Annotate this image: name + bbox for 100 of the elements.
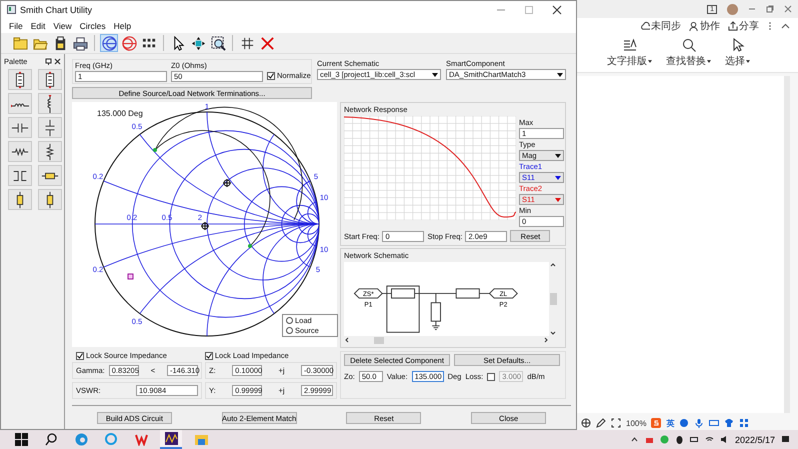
palette-button[interactable] [8, 93, 32, 114]
caret-icon [555, 198, 561, 202]
toolbar-button[interactable] [209, 34, 227, 52]
close-icon [260, 36, 274, 50]
share-icon [728, 20, 738, 32]
marker-square[interactable] [128, 274, 134, 280]
port-symbol[interactable] [354, 288, 383, 299]
palette-button[interactable] [8, 69, 32, 90]
text-layout-icon [622, 38, 636, 52]
shirt-icon[interactable] [724, 418, 734, 428]
palette-button[interactable] [8, 165, 32, 186]
caret-icon [432, 72, 438, 76]
globe-icon[interactable] [581, 418, 591, 428]
palette-button[interactable] [38, 93, 62, 114]
chevron-icon[interactable] [630, 435, 639, 444]
smith-chart-icon [122, 36, 136, 50]
close-icon[interactable] [54, 58, 61, 64]
component-icon [46, 94, 54, 112]
palette-button[interactable] [38, 69, 62, 90]
search-icon [44, 433, 58, 446]
palette-button[interactable] [8, 117, 32, 138]
keyboard-icon[interactable] [709, 418, 720, 428]
palette-button[interactable] [38, 189, 62, 210]
resistor-symbol[interactable] [456, 288, 480, 299]
vertical-scrollbar[interactable] [549, 262, 557, 336]
taskbar-button[interactable] [160, 430, 182, 449]
radio-button[interactable] [286, 317, 293, 324]
menu-item[interactable]: Edit [30, 20, 46, 30]
search-icon [682, 38, 696, 52]
w-letter-icon [134, 433, 148, 446]
palette-button[interactable] [8, 189, 32, 210]
pen-icon[interactable] [596, 418, 606, 428]
speaker-icon[interactable] [720, 435, 729, 444]
restore-icon[interactable] [766, 5, 774, 13]
grid-icon[interactable] [739, 418, 750, 428]
printer-icon [72, 36, 88, 50]
palette-button[interactable] [38, 165, 62, 186]
zoom-icon [210, 36, 226, 50]
toolbar-link[interactable]: 协作 [689, 19, 720, 33]
scrollbar-thumb[interactable] [374, 336, 384, 344]
marker-dot[interactable] [248, 244, 252, 248]
caret-icon [648, 60, 652, 62]
ribbon-button[interactable]: 查找替换 [666, 38, 711, 68]
port-symbol[interactable] [488, 288, 518, 299]
toolbar-link[interactable]: 未同步 [640, 19, 681, 33]
horizontal-scrollbar[interactable] [344, 336, 549, 344]
caret-icon [746, 60, 750, 62]
notification-icon[interactable] [781, 435, 790, 444]
pin-icon[interactable] [45, 58, 52, 64]
lock-source-checkbox[interactable] [76, 352, 84, 360]
palette-button[interactable] [8, 141, 32, 162]
waveform-icon [164, 432, 178, 445]
crosshair-marker[interactable] [200, 222, 210, 230]
input-mode[interactable]: 英 [666, 418, 674, 428]
marker-dot[interactable] [153, 148, 157, 152]
resistor-symbol[interactable] [391, 288, 416, 299]
windows-icon [14, 433, 28, 446]
zoom-level[interactable]: 100% [626, 418, 646, 428]
grid-icon [240, 36, 254, 50]
close-icon[interactable] [552, 4, 562, 14]
wifi-icon[interactable] [704, 435, 714, 444]
palette-button[interactable] [38, 141, 62, 162]
ribbon-button[interactable]: 选择 [725, 38, 750, 68]
radio-button[interactable] [286, 327, 293, 334]
palette-button[interactable] [38, 117, 62, 138]
menu-item[interactable]: File [9, 20, 23, 30]
lock-load-checkbox[interactable] [204, 352, 213, 360]
ribbon-button[interactable]: 文字排版 [607, 38, 652, 68]
s-logo-icon[interactable] [651, 418, 662, 428]
menu-item[interactable]: View [53, 20, 72, 30]
toolbar-link[interactable]: 分享 [728, 19, 759, 33]
crosshair-marker[interactable] [222, 178, 232, 188]
move-icon [190, 36, 206, 50]
shunt-resistor-symbol[interactable] [430, 292, 441, 330]
app-icon [7, 5, 16, 14]
selection-box [386, 286, 420, 333]
folder-icon [194, 433, 208, 446]
person-icon [689, 20, 699, 32]
browser-icon [74, 433, 88, 446]
microphone-icon[interactable] [694, 418, 704, 428]
date-text: 2022/5/17 [734, 434, 775, 444]
caret-icon [557, 72, 563, 76]
window-title: Smith Chart Utility [20, 4, 92, 14]
more-icon[interactable] [767, 21, 773, 31]
normalize-checkbox[interactable] [267, 72, 275, 80]
caret-icon [555, 154, 561, 158]
smith-chart-icon [102, 36, 116, 50]
fit-icon[interactable] [611, 418, 621, 428]
menu-item[interactable]: Circles [80, 20, 106, 30]
avatar[interactable] [727, 4, 738, 14]
angle-reading: 135.000 Deg [97, 109, 143, 118]
folder-icon [12, 36, 28, 50]
pointer-icon [730, 38, 744, 52]
collapse-icon[interactable] [781, 22, 790, 30]
cloud-icon [640, 20, 650, 32]
loss-checkbox[interactable] [487, 372, 496, 380]
scrollbar-thumb[interactable] [550, 293, 556, 305]
menu-item[interactable]: Help [114, 20, 132, 30]
caret-icon [555, 176, 561, 180]
caret-icon [707, 60, 711, 62]
